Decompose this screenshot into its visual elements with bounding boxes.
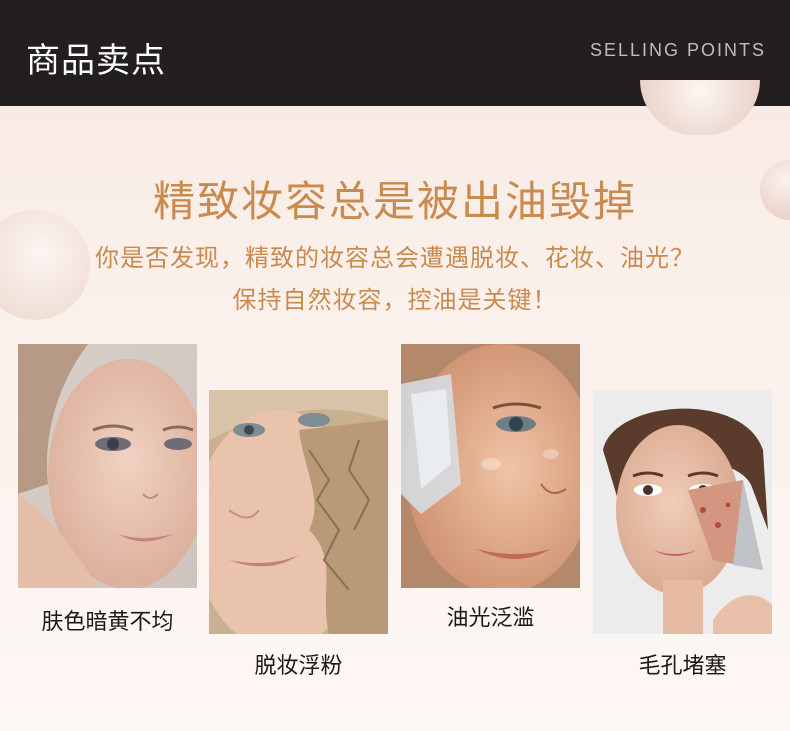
photo-oily-skin xyxy=(401,344,580,588)
description-line-1: 你是否发现，精致的妆容总会遭遇脱妆、花妆、油光？ xyxy=(95,244,695,272)
photo-clogged-pores xyxy=(593,390,772,634)
photo-dull-skin xyxy=(18,344,197,588)
caption-dull-skin: 肤色暗黄不均 xyxy=(41,610,174,635)
caption-oily-skin: 油光泛滥 xyxy=(446,606,535,631)
caption-clogged-pores: 毛孔堵塞 xyxy=(638,654,727,679)
headline: 精致妆容总是被出油毁掉 xyxy=(152,177,637,226)
decorative-sphere xyxy=(640,80,760,135)
section-subtitle: SELLING POINTS xyxy=(589,40,766,60)
photo-cracked-makeup xyxy=(209,390,388,634)
section-title: 商品卖点 xyxy=(26,41,166,81)
caption-cracked-makeup: 脱妆浮粉 xyxy=(254,654,343,679)
description-line-2: 保持自然妆容，控油是关键！ xyxy=(232,286,558,314)
